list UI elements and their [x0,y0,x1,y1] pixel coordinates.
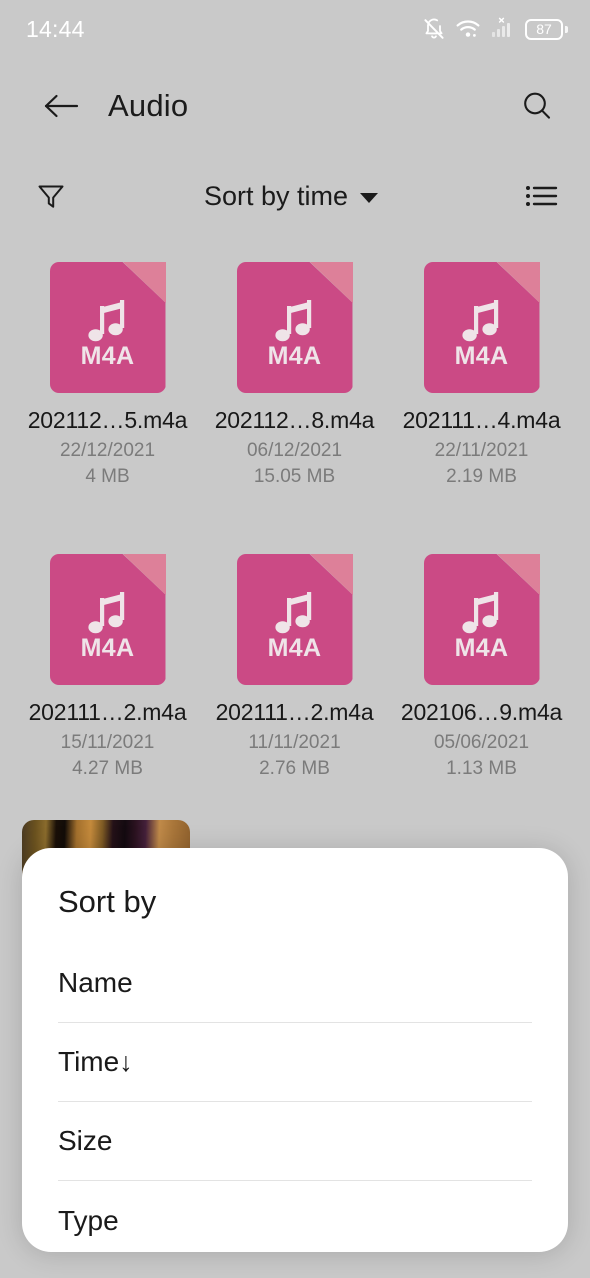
file-extension-label: M4A [80,634,135,662]
file-size: 4 MB [85,466,130,487]
file-name: 202112…5.m4a [27,407,188,433]
sort-by-label: Sort by time [203,180,349,211]
file-name: 202111…2.m4a [215,699,374,725]
battery-level-text: 87 [536,21,552,37]
sort-option-size[interactable]: Size [58,1102,532,1181]
file-size: 15.05 MB [253,466,336,487]
sort-by-dialog-title: Sort by [58,884,157,919]
sort-option-label: Time [58,1046,120,1077]
file-item[interactable]: M4A 202111…2.m4a 11/11/2021 2.76 MB [201,554,388,780]
page-title: Audio [108,87,189,123]
file-size: 2.19 MB [446,466,517,487]
m4a-file-icon: M4A [423,554,540,685]
file-item[interactable]: M4A 202112…5.m4a 22/12/2021 4 MB [14,262,201,488]
chevron-down-icon [360,192,379,203]
sort-descending-arrow-icon: ↓ [119,1046,133,1077]
file-item[interactable]: M4A 202112…8.m4a 06/12/2021 15.05 MB [201,262,388,488]
m4a-file-icon: M4A [236,262,353,393]
sort-option-name[interactable]: Name [58,944,532,1023]
m4a-file-icon: M4A [423,262,540,393]
file-grid: M4A 202112…5.m4a 22/12/2021 4 MB M4A 202… [0,262,590,846]
app-bar: Audio [0,58,590,153]
status-icon-tray: 87 [422,17,568,41]
file-date: 11/11/2021 [248,732,341,753]
sort-by-option-list: Name Time ↓ Size Type [22,944,568,1252]
sort-option-time[interactable]: Time ↓ [58,1023,532,1102]
m4a-file-icon: M4A [49,262,166,393]
file-extension-label: M4A [267,634,322,662]
battery-icon: 87 [525,18,568,40]
file-extension-label: M4A [454,634,509,662]
file-item[interactable]: M4A 202111…2.m4a 15/11/2021 4.27 MB [14,554,201,780]
file-extension-label: M4A [267,342,322,370]
file-date: 15/11/2021 [60,732,155,753]
file-extension-label: M4A [454,342,509,370]
sort-by-dialog: Sort by Name Time ↓ Size Type [22,848,568,1252]
back-arrow-icon[interactable] [38,83,84,129]
file-name: 202111…4.m4a [402,407,561,433]
file-item[interactable]: M4A 202106…9.m4a 05/06/2021 1.13 MB [388,554,575,780]
file-name: 202112…8.m4a [214,407,375,433]
search-icon[interactable] [514,83,560,129]
wifi-icon [455,18,481,40]
file-name: 202106…9.m4a [400,699,563,725]
file-size: 4.27 MB [72,758,143,779]
file-date: 22/11/2021 [434,440,529,461]
status-clock: 14:44 [26,15,85,42]
sort-option-label: Name [58,967,133,998]
cellular-signal-off-icon [490,17,516,41]
sort-option-type[interactable]: Type [58,1181,532,1252]
sort-by-dropdown[interactable]: Sort by time [64,181,518,212]
list-view-icon[interactable] [518,173,564,219]
file-size: 1.13 MB [446,758,517,779]
file-date: 05/06/2021 [433,732,530,753]
sort-option-label: Size [58,1125,113,1156]
file-name: 202111…2.m4a [28,699,187,725]
m4a-file-icon: M4A [236,554,353,685]
file-date: 22/12/2021 [59,440,156,461]
m4a-file-icon: M4A [49,554,166,685]
sort-bar: Sort by time [0,155,590,237]
bell-off-icon [422,17,446,41]
file-date: 06/12/2021 [246,440,343,461]
sort-option-label: Type [58,1204,119,1236]
file-item[interactable]: M4A 202111…4.m4a 22/11/2021 2.19 MB [388,262,575,488]
file-size: 2.76 MB [259,758,330,779]
file-extension-label: M4A [80,342,135,370]
status-bar: 14:44 87 [0,0,590,58]
